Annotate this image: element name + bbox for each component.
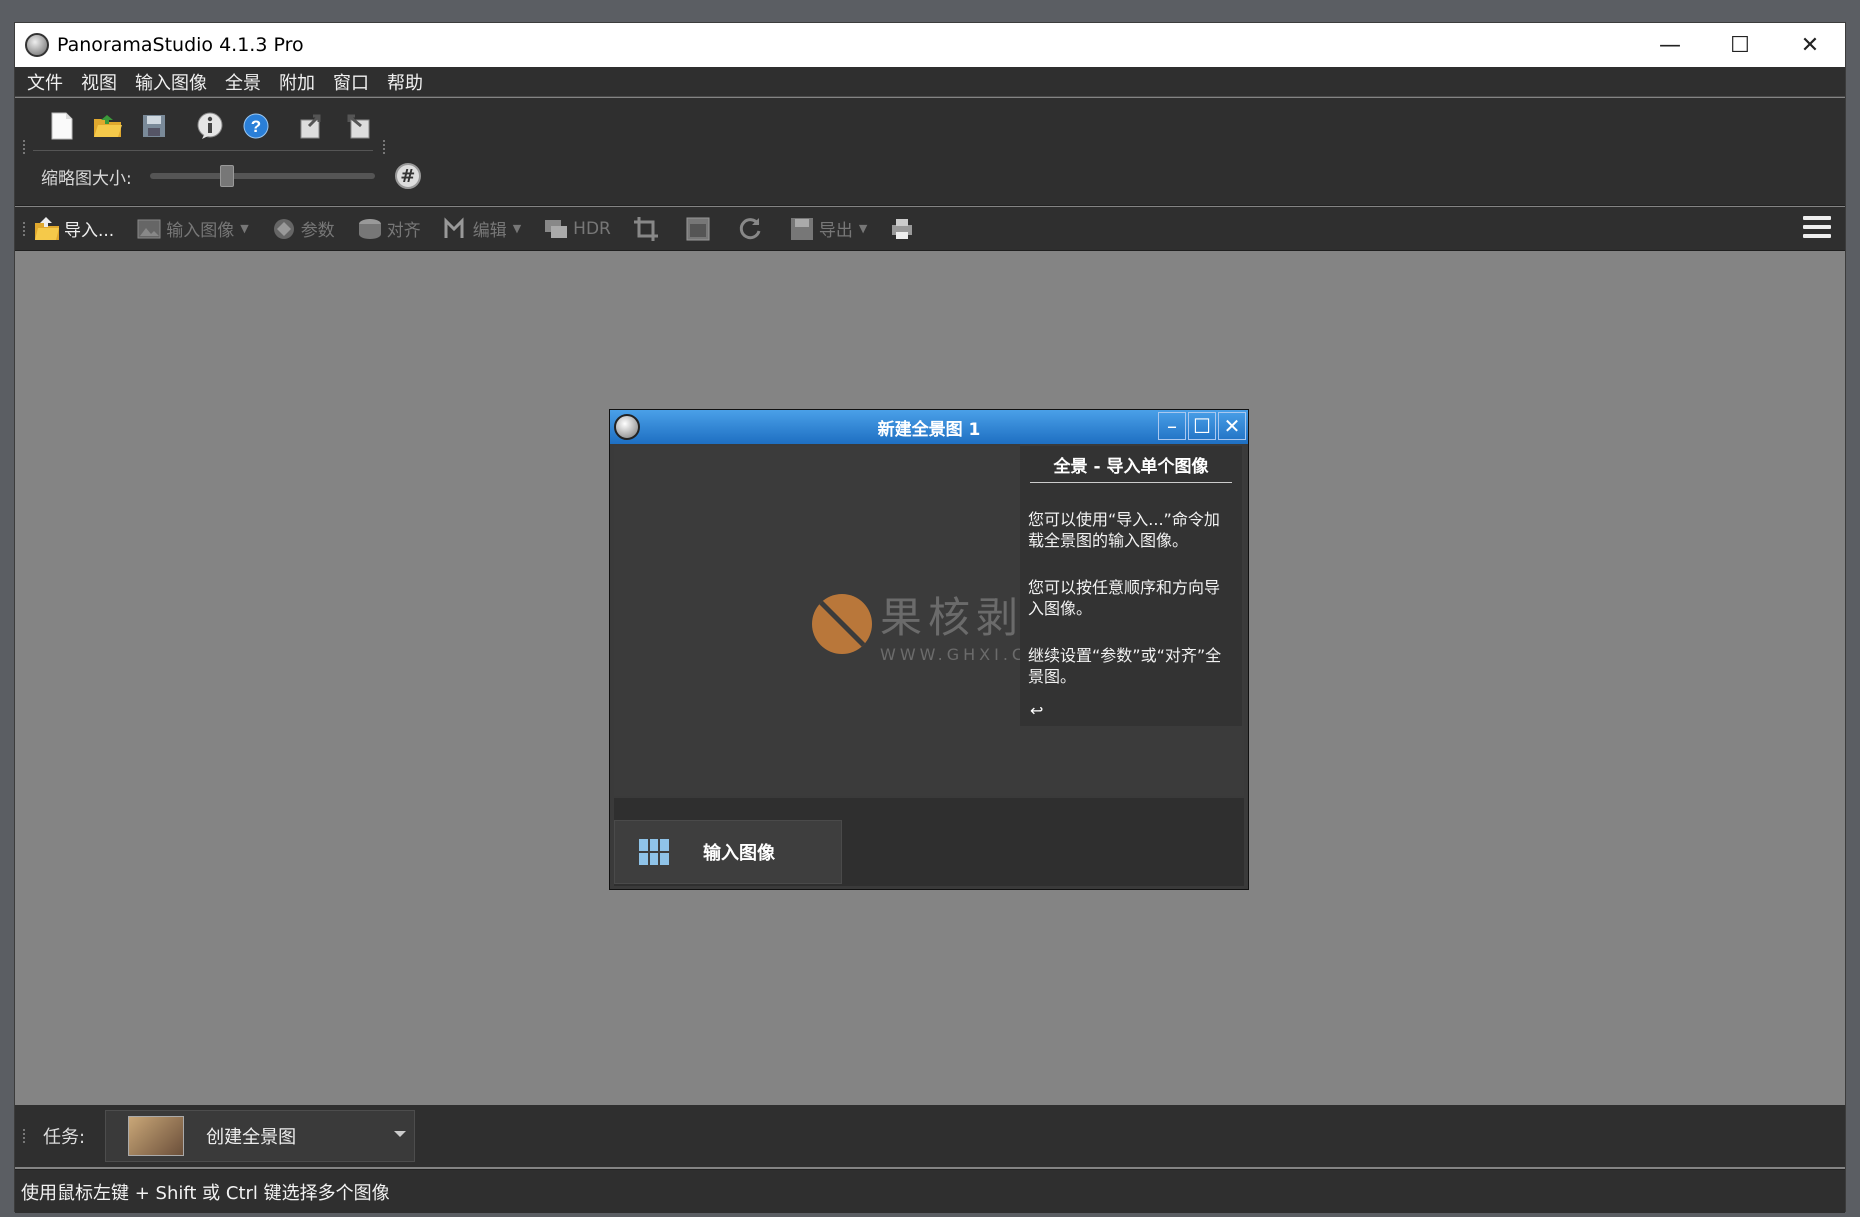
slider-knob[interactable] [219,165,234,187]
chevron-down-icon [394,1131,407,1137]
params-button[interactable]: 参数 [271,216,335,242]
params-label: 参数 [300,221,335,241]
menu-window[interactable]: 窗口 [333,69,369,95]
dialog-title-bar[interactable]: 新建全景图 1 – ☐ ✕ [610,410,1248,444]
minimize-button[interactable]: — [1635,23,1705,67]
thumbnail-size-slider[interactable] [149,165,375,187]
dialog-maximize-button[interactable]: ☐ [1188,412,1216,440]
refresh-button[interactable] [737,216,767,242]
new-file-icon[interactable] [47,111,77,141]
toolbar-area: ? 缩略图大小: # [15,98,1845,206]
crop-icon [633,216,658,241]
taskbar-grip[interactable] [23,1129,26,1143]
export-save-icon [790,217,813,240]
info-icon[interactable] [195,111,225,141]
task-select-value: 创建全景图 [206,1127,297,1148]
image-icon [137,219,161,238]
chevron-down-icon: ▼ [858,222,868,235]
task-label: 任务: [43,1127,86,1148]
hamburger-menu-icon[interactable] [1803,216,1831,240]
dialog-minimize-button[interactable]: – [1158,412,1186,440]
main-toolbar: ? [39,104,381,148]
workflow-toolbar: 导入... 输入图像 ▼ 参数 对齐 编辑 ▼ HDR 导出 ▼ [15,207,1845,251]
crop-button[interactable] [633,216,663,242]
export-button[interactable]: 导出 ▼ [789,216,867,242]
preview-button[interactable] [685,216,715,242]
menu-view[interactable]: 视图 [81,69,117,95]
align-icon [358,218,381,239]
task-select[interactable]: 创建全景图 [105,1110,416,1162]
dialog-title: 新建全景图 1 [877,419,981,440]
maximize-button[interactable]: ☐ [1705,23,1775,67]
watermark-logo-icon [812,594,872,654]
help-title: 全景 - 导入单个图像 [1030,446,1232,483]
help-paragraph-2: 您可以按任意顺序和方向导入图像。 [1028,578,1221,618]
tab-input-images-label: 输入图像 [703,843,775,864]
chevron-down-icon: ▼ [512,222,522,235]
grid-toggle-button[interactable]: # [394,163,421,189]
align-button[interactable]: 对齐 [357,216,421,242]
help-paragraph-3: 继续设置“参数”或“对齐”全景图。 [1028,646,1222,686]
menu-extras[interactable]: 附加 [279,69,315,95]
app-icon [25,33,49,57]
edit-label: 编辑 [472,221,507,241]
panorama-task-thumbnail [128,1116,185,1156]
window-title: PanoramaStudio 4.1.3 Pro [57,34,304,56]
edit-icon [444,216,464,238]
task-bar: 任务: 创建全景图 [15,1105,1845,1167]
align-label: 对齐 [386,221,421,241]
thumbnail-size-row: 缩略图大小: # [39,154,421,198]
help-paragraph-1: 您可以使用“导入...”命令加载全景图的输入图像。 [1028,510,1220,550]
dialog-close-button[interactable]: ✕ [1218,412,1246,440]
svg-text:?: ? [251,117,261,136]
input-images-label: 输入图像 [166,221,235,241]
app-window: PanoramaStudio 4.1.3 Pro — ☐ ✕ 文件 视图 输入图… [14,22,1846,1213]
menu-panorama[interactable]: 全景 [225,69,261,95]
edit-button[interactable]: 编辑 ▼ [443,216,521,242]
hdr-button[interactable]: HDR [543,216,611,242]
menu-input-images[interactable]: 输入图像 [135,69,207,95]
dialog-tab-row: 输入图像 [614,820,1244,886]
export-doc-icon[interactable] [297,111,327,141]
menu-bar: 文件 视图 输入图像 全景 附加 窗口 帮助 [15,67,1845,97]
print-icon [892,218,913,239]
preview-icon [686,217,710,240]
collapse-arrow-icon[interactable]: ↩ [1030,701,1043,720]
open-folder-icon[interactable] [93,111,123,141]
thumbnail-size-label: 缩略图大小: [41,168,132,189]
input-images-button[interactable]: 输入图像 ▼ [136,216,249,242]
help-panel: 全景 - 导入单个图像 您可以使用“导入...”命令加载全景图的输入图像。 您可… [1020,446,1242,726]
status-bar: 使用鼠标左键 + Shift 或 Ctrl 键选择多个图像 [15,1169,1845,1213]
grid-images-icon [639,839,669,865]
status-text: 使用鼠标左键 + Shift 或 Ctrl 键选择多个图像 [21,1182,390,1204]
tab-input-images[interactable]: 输入图像 [614,820,842,884]
export-label: 导出 [818,221,853,241]
chevron-down-icon: ▼ [240,222,249,235]
import-doc-icon[interactable] [343,111,373,141]
close-button[interactable]: ✕ [1775,23,1845,67]
save-icon[interactable] [139,111,169,141]
menu-file[interactable]: 文件 [27,69,63,95]
print-button[interactable] [889,216,919,242]
hdr-label: HDR [573,218,611,239]
import-button[interactable]: 导入... [34,216,114,242]
toolbar-grip[interactable] [23,140,26,154]
toolbar-grip-right[interactable] [383,140,386,154]
toolbar2-grip[interactable] [23,221,26,236]
title-bar: PanoramaStudio 4.1.3 Pro — ☐ ✕ [15,23,1845,67]
help-icon[interactable]: ? [241,111,271,141]
new-panorama-window: 新建全景图 1 – ☐ ✕ 果核剥壳 WWW.GHXI.COM 全景 - 导入单… [609,409,1249,890]
params-icon [273,218,294,239]
menu-help[interactable]: 帮助 [387,69,423,95]
refresh-icon [739,217,761,239]
import-folder-icon [35,216,59,240]
hdr-icon [545,219,568,238]
import-label: 导入... [64,221,115,241]
